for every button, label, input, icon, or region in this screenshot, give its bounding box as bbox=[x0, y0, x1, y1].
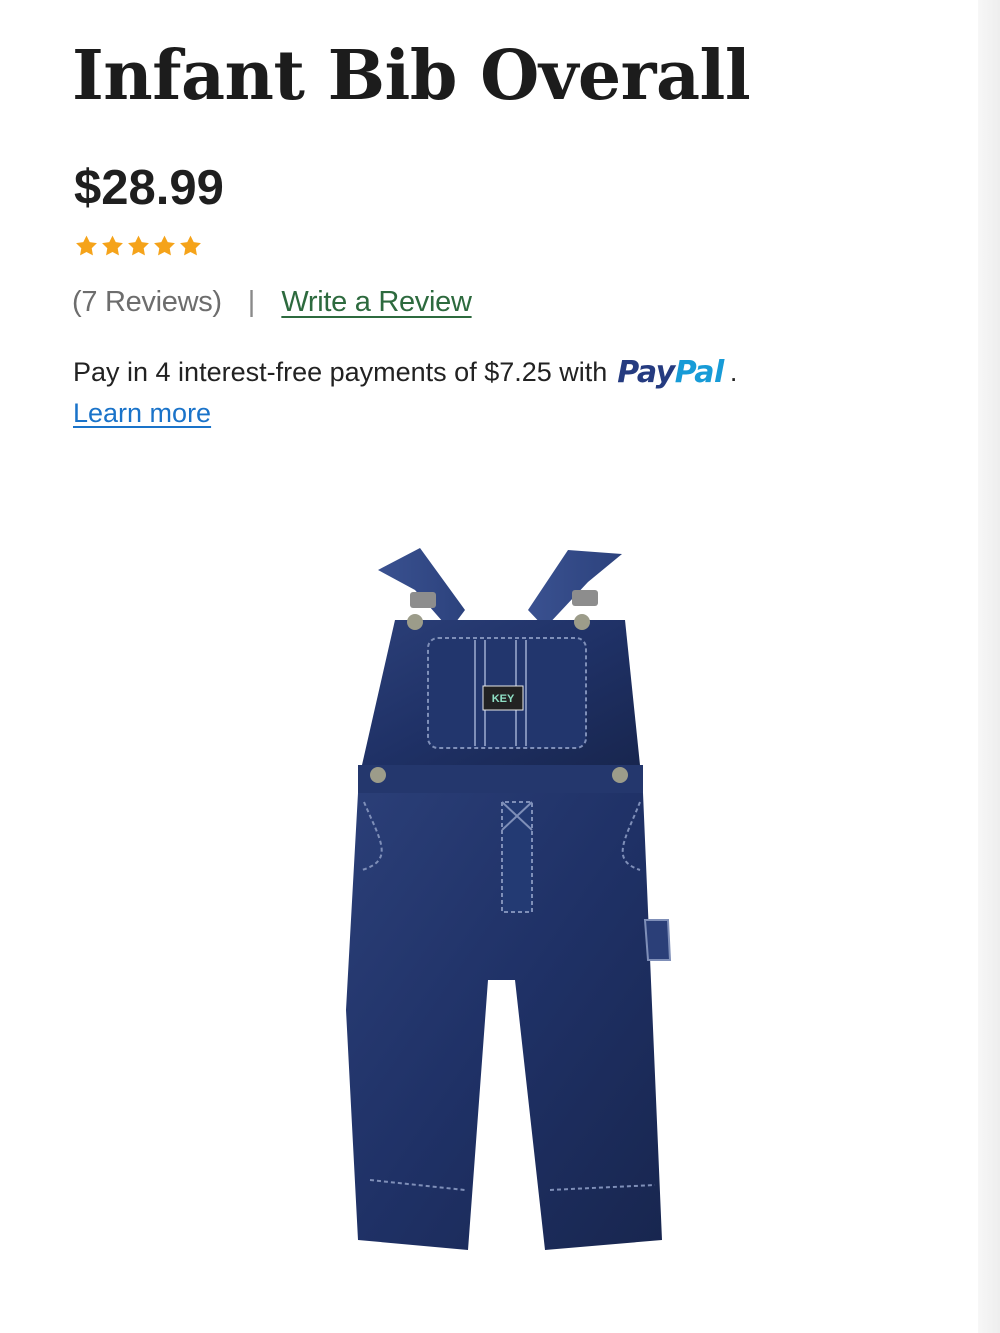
right-buckle bbox=[572, 590, 598, 606]
write-review-link[interactable]: Write a Review bbox=[281, 286, 472, 319]
star-icon bbox=[128, 235, 149, 256]
brand-patch-text: KEY bbox=[492, 693, 515, 705]
paypal-logo: PayPal bbox=[617, 355, 724, 390]
fly bbox=[501, 801, 533, 913]
reviews-row: (7 Reviews) | Write a Review bbox=[72, 282, 472, 322]
overall-illustration: KEY bbox=[346, 548, 672, 1250]
star-icon bbox=[76, 235, 97, 256]
paypal-logo-pal: Pal bbox=[674, 354, 725, 390]
product-title: Infant Bib Overall bbox=[72, 36, 751, 116]
star-rating[interactable] bbox=[74, 234, 203, 259]
star-icon bbox=[180, 235, 201, 256]
paypal-period: . bbox=[729, 356, 738, 387]
left-button bbox=[407, 614, 423, 630]
scrollbar-track[interactable] bbox=[978, 0, 1000, 1333]
star-icon bbox=[154, 235, 175, 256]
product-price: $28.99 bbox=[74, 161, 224, 215]
waistband bbox=[358, 765, 643, 793]
review-separator: | bbox=[247, 285, 256, 318]
right-strap bbox=[528, 550, 622, 628]
paypal-message: Pay in 4 interest-free payments of $7.25… bbox=[73, 350, 737, 394]
review-count-link[interactable]: (7 Reviews) bbox=[72, 286, 222, 319]
left-buckle bbox=[410, 592, 436, 608]
paypal-logo-pay: Pay bbox=[617, 354, 675, 390]
star-icon bbox=[102, 235, 123, 256]
learn-more-link[interactable]: Learn more bbox=[73, 394, 211, 432]
product-image[interactable]: KEY bbox=[340, 540, 690, 1260]
hammer-loop bbox=[643, 919, 672, 961]
right-button bbox=[574, 614, 590, 630]
paypal-message-text: Pay in 4 interest-free payments of $7.25… bbox=[73, 356, 608, 387]
